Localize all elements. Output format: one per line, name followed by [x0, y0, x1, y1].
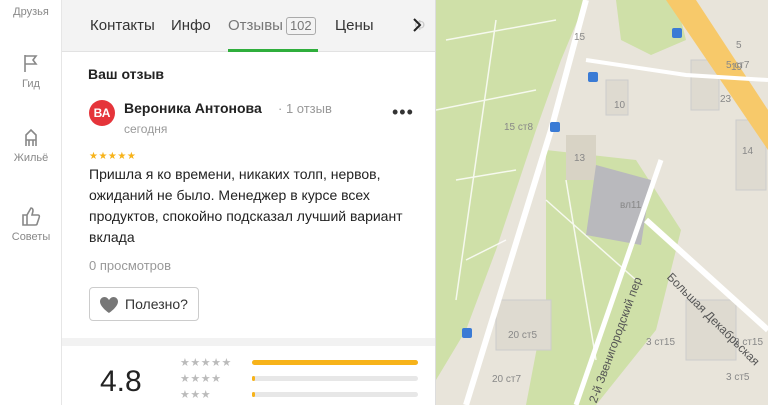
heart-icon	[100, 297, 118, 313]
review-stars: ★★★★★	[89, 151, 137, 162]
map-label: 5 ст7	[726, 60, 750, 71]
flag-icon	[24, 55, 38, 72]
left-rail: Друзья Гид Жильё Советы	[0, 0, 62, 405]
review-text: Пришла я ко времени, никаких толп, нерво…	[89, 166, 403, 245]
rating-bar	[252, 360, 418, 365]
useful-button-label: Полезно?	[125, 296, 188, 312]
map-label: 20 ст7	[492, 374, 522, 385]
your-review-heading: Ваш отзыв	[88, 66, 165, 82]
rating-bar-fill	[252, 376, 256, 381]
rail-item-guide[interactable]: Гид	[0, 52, 62, 90]
map-label: 5	[736, 40, 742, 51]
active-tab-underline	[228, 49, 318, 52]
map-label: 14	[742, 146, 754, 157]
review-panel: Контакты Инфо Отзывы 102 Цены Ф Ваш отзыв…	[62, 0, 436, 405]
map-label: 13	[574, 153, 586, 164]
map-canvas	[436, 0, 768, 405]
map-label: 15 ст8	[504, 122, 534, 133]
review-views: 0 просмотров	[89, 258, 172, 273]
house-icon	[25, 128, 37, 146]
tab-reviews[interactable]: Отзывы 102	[228, 17, 316, 35]
rating-row-4: ★★★★	[180, 373, 430, 386]
rating-row-stars: ★★★★★	[180, 357, 232, 369]
rating-row-3: ★★★	[180, 389, 430, 402]
tab-bar: Контакты Инфо Отзывы 102 Цены Ф	[62, 0, 435, 52]
rail-item-tips[interactable]: Советы	[0, 205, 62, 243]
tab-reviews-label: Отзывы	[228, 17, 283, 34]
rail-item-housing[interactable]: Жильё	[0, 126, 62, 164]
tab-contacts[interactable]: Контакты	[90, 17, 155, 34]
rating-bar	[252, 392, 418, 397]
map-view[interactable]: 15 15 ст8 10 13 вл11 19 20 ст5 20 ст7 3 …	[436, 0, 768, 405]
rating-row-5: ★★★★★	[180, 357, 430, 370]
section-divider	[62, 338, 435, 346]
rating-bar-fill	[252, 360, 418, 365]
map-label: вл11	[620, 200, 642, 211]
rail-item-label: Друзья	[13, 6, 49, 18]
map-label: 23	[720, 94, 732, 105]
chevron-right-icon[interactable]	[408, 16, 426, 34]
map-label: 20 ст5	[508, 330, 538, 341]
rating-row-stars: ★★★	[180, 389, 212, 401]
rating-bar	[252, 376, 418, 381]
rating-bar-fill	[252, 392, 256, 397]
rating-row-stars: ★★★★	[180, 373, 222, 385]
author-review-count: · 1 отзыв	[278, 101, 332, 116]
map-label: 3 ст5	[726, 372, 750, 383]
reviews-count-badge: 102	[285, 17, 316, 35]
review-date: сегодня	[124, 122, 168, 136]
review-author[interactable]: Вероника Антонова	[124, 100, 262, 116]
map-label: 3 ст15	[646, 337, 676, 348]
tab-info[interactable]: Инфо	[171, 17, 211, 34]
rail-item-label: Жильё	[13, 152, 49, 164]
thumbs-up-icon	[22, 207, 41, 226]
rail-item-label: Советы	[11, 231, 51, 243]
useful-button[interactable]: Полезно?	[89, 287, 199, 321]
more-options-icon[interactable]: •••	[392, 102, 414, 123]
rail-item-label: Гид	[22, 78, 40, 90]
map-label: 15	[574, 32, 586, 43]
tab-prices[interactable]: Цены	[335, 17, 374, 34]
average-rating: 4.8	[100, 365, 142, 398]
rail-item-friends[interactable]: Друзья	[0, 6, 62, 18]
avatar[interactable]: ВА	[89, 100, 115, 126]
map-label: 10	[614, 100, 626, 111]
